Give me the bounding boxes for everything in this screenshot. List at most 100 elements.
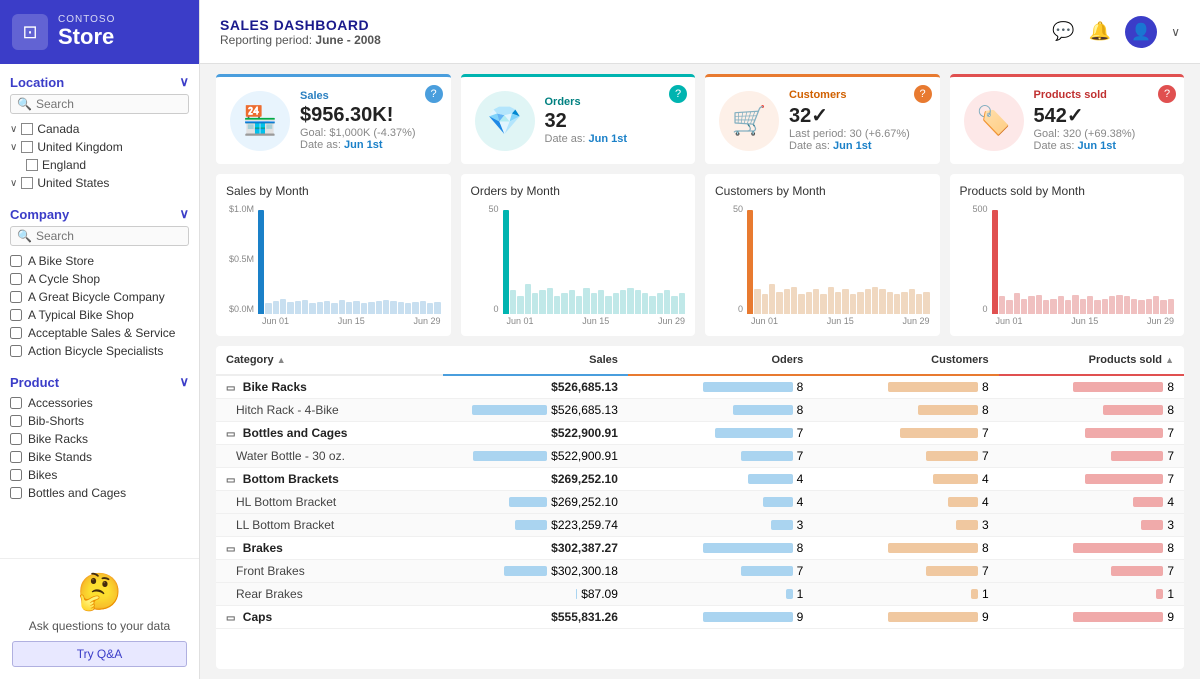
sub-orders-bar-cell: 7: [638, 564, 803, 578]
cat-customers-cell: 9: [813, 606, 998, 629]
data-table-section[interactable]: Category ▲ Sales Oders Customers Product…: [216, 346, 1184, 669]
y-label: 500: [960, 204, 988, 214]
company-cb-3[interactable]: [10, 309, 22, 321]
x-label: Jun 29: [902, 316, 929, 326]
chart-bar-1-6: [547, 288, 553, 314]
chart-bar-1-20: [649, 296, 655, 314]
user-avatar[interactable]: 👤: [1125, 16, 1157, 48]
table-row[interactable]: ▭ Caps $555,831.26 9 9 9: [216, 606, 1184, 629]
th-category[interactable]: Category ▲: [216, 346, 443, 375]
chart-bar-3-6: [1036, 295, 1042, 314]
company-header: Company ∨: [10, 206, 189, 222]
uk-chevron[interactable]: ∨: [10, 142, 17, 153]
chart-bars-1: [503, 204, 686, 314]
chart-bar-0-10: [331, 303, 337, 314]
sort-arrow-category[interactable]: ▲: [277, 355, 286, 365]
kpi-label-orders: Orders: [545, 96, 682, 108]
us-checkbox[interactable]: [21, 177, 33, 189]
kpi-info-orders[interactable]: ?: [669, 85, 687, 103]
kpi-info-products[interactable]: ?: [1158, 85, 1176, 103]
product-label-3: Bike Stands: [28, 450, 92, 464]
location-search-box[interactable]: 🔍: [10, 94, 189, 114]
us-chevron[interactable]: ∨: [10, 178, 17, 189]
location-search-input[interactable]: [36, 97, 182, 111]
table-sub-row[interactable]: HL Bottom Bracket $269,252.10 4 4: [216, 491, 1184, 514]
sidebar-header: ⊡ CONTOSO Store: [0, 0, 199, 64]
canada-checkbox[interactable]: [21, 123, 33, 135]
table-row[interactable]: ▭ Bottles and Cages $522,900.91 7 7 7: [216, 422, 1184, 445]
product-cb-4[interactable]: [10, 469, 22, 481]
kpi-card-sales[interactable]: 🏪 Sales $956.30K! Goal: $1,000K (-4.37%)…: [216, 74, 451, 164]
expand-icon[interactable]: ▭: [226, 429, 235, 440]
company-search-box[interactable]: 🔍: [10, 226, 189, 246]
sub-customers-bar-cell: 8: [823, 403, 988, 417]
sort-arrow-products[interactable]: ▲: [1165, 355, 1174, 365]
product-cb-5[interactable]: [10, 487, 22, 499]
table-row[interactable]: ▭ Brakes $302,387.27 8 8 8: [216, 537, 1184, 560]
company-cb-5[interactable]: [10, 345, 22, 357]
company-cb-2[interactable]: [10, 291, 22, 303]
cat-customers-bar-cell: 4: [823, 472, 988, 486]
product-cb-2[interactable]: [10, 433, 22, 445]
company-search-input[interactable]: [36, 229, 182, 243]
company-cb-1[interactable]: [10, 273, 22, 285]
th-orders[interactable]: Oders: [628, 346, 813, 375]
england-checkbox[interactable]: [26, 159, 38, 171]
expand-icon[interactable]: ▭: [226, 475, 235, 486]
y-label: 0: [471, 304, 499, 314]
chart-bar-0-12: [346, 302, 352, 314]
table-row[interactable]: ▭ Bike Racks $526,685.13 8 8 8: [216, 375, 1184, 399]
company-cb-0[interactable]: [10, 255, 22, 267]
uk-checkbox[interactable]: [21, 141, 33, 153]
kpi-card-customers[interactable]: 🛒 Customers 32✓ Last period: 30 (+6.67%)…: [705, 74, 940, 164]
kpi-card-orders[interactable]: 💎 Orders 32 Date as: Jun 1st ?: [461, 74, 696, 164]
canada-chevron[interactable]: ∨: [10, 124, 17, 135]
chat-icon[interactable]: 💬: [1052, 21, 1074, 42]
sub-sales-cell: $526,685.13: [443, 399, 628, 422]
kpi-info-customers[interactable]: ?: [914, 85, 932, 103]
company-cb-4[interactable]: [10, 327, 22, 339]
location-chevron[interactable]: ∨: [179, 74, 189, 90]
th-sales[interactable]: Sales: [443, 346, 628, 375]
table-sub-row[interactable]: LL Bottom Bracket $223,259.74 3 3: [216, 514, 1184, 537]
chart-bar-0-7: [309, 303, 315, 314]
brand-sub: CONTOSO: [58, 14, 115, 25]
company-item: A Cycle Shop: [10, 270, 189, 288]
chart-bars-2: [747, 204, 930, 314]
chart-bar-1-21: [657, 293, 663, 314]
company-list: A Bike Store A Cycle Shop A Great Bicycl…: [10, 252, 189, 360]
product-cb-0[interactable]: [10, 397, 22, 409]
user-menu-chevron[interactable]: ∨: [1171, 25, 1180, 39]
table-sub-row[interactable]: Water Bottle - 30 oz. $522,900.91 7 7: [216, 445, 1184, 468]
table-sub-row[interactable]: Hitch Rack - 4-Bike $526,685.13 8 8: [216, 399, 1184, 422]
sub-orders-bar: [763, 497, 793, 507]
expand-icon[interactable]: ▭: [226, 544, 235, 555]
kpi-info-sales[interactable]: ?: [425, 85, 443, 103]
chart-area-2: 500: [715, 204, 930, 314]
topbar: SALES DASHBOARD Reporting period: June -…: [200, 0, 1200, 64]
expand-icon[interactable]: ▭: [226, 383, 235, 394]
cat-products-bar-cell: 7: [1009, 472, 1174, 486]
product-cb-1[interactable]: [10, 415, 22, 427]
chart-bar-1-14: [605, 296, 611, 314]
cat-orders-bar-cell: 4: [638, 472, 803, 486]
kpi-card-products[interactable]: 🏷️ Products sold 542✓ Goal: 320 (+69.38%…: [950, 74, 1185, 164]
table-sub-row[interactable]: Rear Brakes $87.09 1 1: [216, 583, 1184, 606]
sub-sales-bar: [509, 497, 547, 507]
table-row[interactable]: ▭ Bottom Brackets $269,252.10 4 4 7: [216, 468, 1184, 491]
th-products[interactable]: Products sold ▲: [999, 346, 1184, 375]
notification-icon[interactable]: 🔔: [1089, 21, 1111, 42]
product-chevron[interactable]: ∨: [179, 374, 189, 390]
th-customers[interactable]: Customers: [813, 346, 998, 375]
table-sub-row[interactable]: Front Brakes $302,300.18 7 7: [216, 560, 1184, 583]
sub-products-num: 8: [1167, 403, 1174, 417]
kpi-value-sales: $956.30K!: [300, 104, 437, 127]
expand-icon[interactable]: ▭: [226, 613, 235, 624]
location-tree: ∨ Canada ∨ United Kingdom England ∨ Unit…: [10, 120, 189, 192]
chart-bar-3-9: [1058, 296, 1064, 314]
product-cb-3[interactable]: [10, 451, 22, 463]
company-chevron[interactable]: ∨: [179, 206, 189, 222]
qa-button[interactable]: Try Q&A: [12, 641, 187, 667]
chart-bar-2-1: [754, 289, 760, 314]
sub-customers-num: 7: [982, 449, 989, 463]
